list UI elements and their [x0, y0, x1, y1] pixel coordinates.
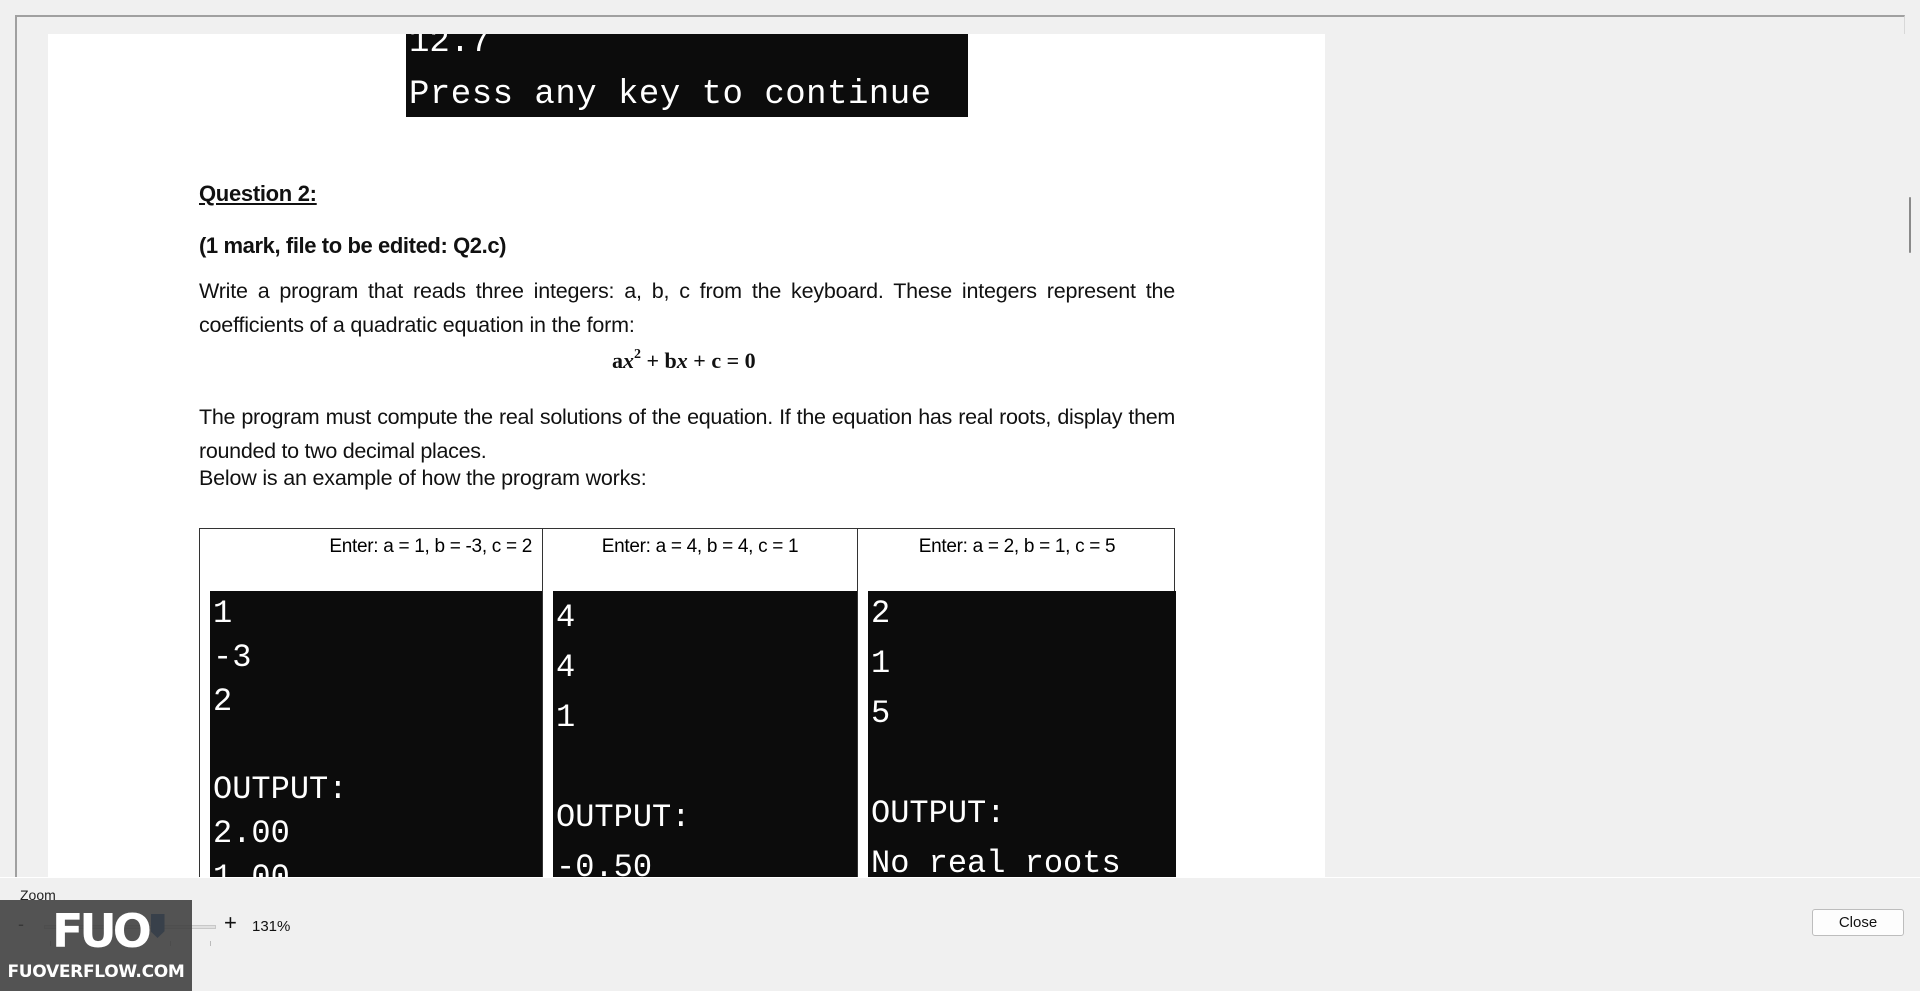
console-line: 1	[213, 595, 233, 632]
equation-variable: x	[676, 348, 688, 373]
close-button[interactable]: Close	[1812, 909, 1904, 936]
zoom-in-button[interactable]: +	[224, 910, 244, 936]
watermark-logo: FUO FUOVERFLOW.COM	[0, 900, 192, 991]
scrollbar-thumb[interactable]	[1909, 197, 1911, 253]
console-line: OUTPUT:	[213, 771, 348, 808]
example-header: Enter: a = 4, b = 4, c = 1	[601, 536, 799, 557]
example-column: Enter: a = 1, b = -3, c = 2 1 -3 2 OUTPU…	[200, 529, 543, 894]
console-line: OUTPUT:	[871, 795, 1006, 832]
watermark-text: FUOVERFLOW.COM	[7, 962, 185, 982]
console-line: 4	[556, 599, 576, 636]
equation-variable: x	[623, 348, 634, 373]
console-line: 4	[556, 649, 576, 686]
console-line: 2.00	[213, 815, 290, 852]
console-line: 1	[871, 645, 891, 682]
equation-part: + b	[641, 348, 677, 373]
question-mark-note: (1 mark, file to be edited: Q2.c)	[199, 233, 507, 258]
equation-part: + c = 0	[687, 348, 756, 373]
equation-part: a	[612, 348, 623, 373]
equation-exponent: 2	[634, 346, 641, 362]
example-table: Enter: a = 1, b = -3, c = 2 1 -3 2 OUTPU…	[199, 528, 1176, 894]
example-console: 1 -3 2 OUTPUT: 2.00 1.00	[210, 591, 542, 894]
console-screenshot-top: 12.7 Press any key to continue . . .	[406, 34, 968, 164]
quadratic-equation: ax2 + bx + c = 0	[612, 346, 756, 374]
console-line: Press any key to continue . . .	[409, 76, 932, 164]
console-line: 2	[213, 683, 233, 720]
watermark-logo-mark: FUO	[52, 904, 152, 958]
example-column: Enter: a = 4, b = 4, c = 1 4 4 1 OUTPUT:…	[543, 529, 858, 894]
zoom-bar: Zoom - + 131% Close	[0, 877, 1920, 991]
document-viewer[interactable]: 12.7 Press any key to continue . . . Que…	[15, 15, 1920, 894]
example-intro: Below is an example of how the program w…	[199, 466, 647, 490]
example-console: 4 4 1 OUTPUT: -0.50	[553, 591, 857, 894]
document-page: 12.7 Press any key to continue . . . Que…	[48, 34, 1325, 894]
console-line: 5	[871, 695, 891, 732]
example-column: Enter: a = 2, b = 1, c = 5 2 1 5 OUTPUT:…	[858, 529, 1176, 894]
example-header: Enter: a = 2, b = 1, c = 5	[918, 536, 1116, 557]
console-line: 2	[871, 595, 891, 632]
vertical-scrollbar[interactable]	[1898, 34, 1920, 894]
requirement-paragraph: The program must compute the real soluti…	[199, 405, 1175, 463]
zoom-value: 131%	[252, 918, 291, 935]
console-line: OUTPUT:	[556, 799, 691, 836]
example-header: Enter: a = 1, b = -3, c = 2	[329, 536, 532, 557]
zoom-slider-tick	[210, 941, 211, 946]
example-console: 2 1 5 OUTPUT: No real roots	[868, 591, 1176, 894]
question-heading: Question 2:	[199, 181, 317, 206]
console-line: 1	[556, 699, 576, 736]
console-line: -3	[213, 639, 252, 676]
description-paragraph: Write a program that reads three integer…	[199, 279, 1175, 337]
console-line: 12.7	[409, 34, 491, 62]
